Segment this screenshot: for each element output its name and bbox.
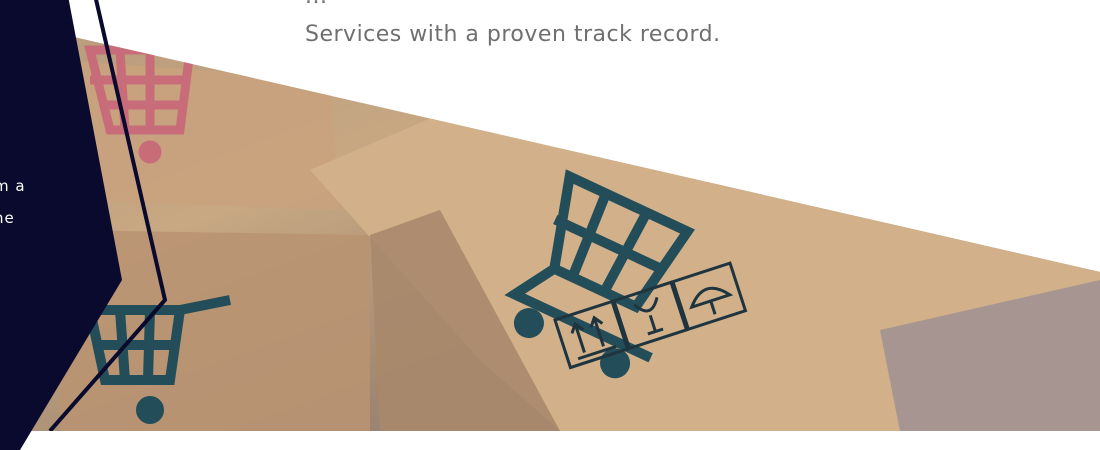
card-outline-decoration bbox=[48, 0, 168, 431]
